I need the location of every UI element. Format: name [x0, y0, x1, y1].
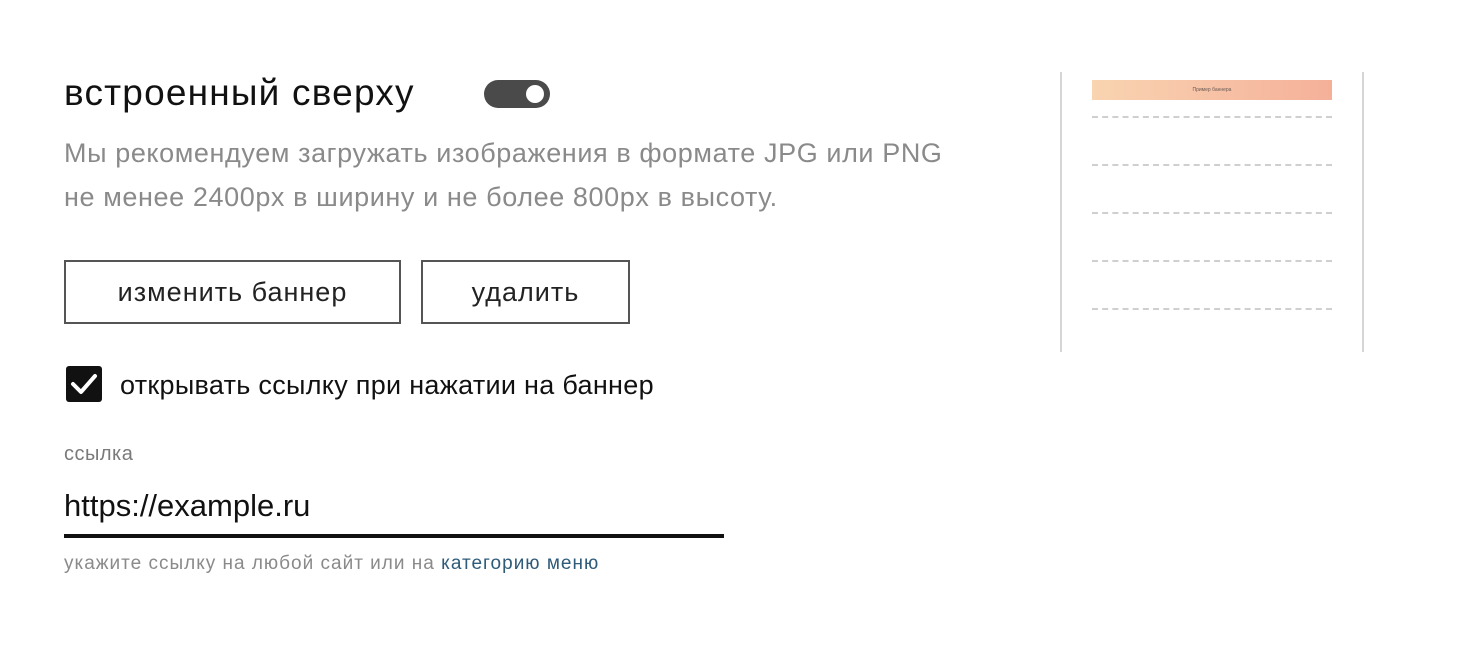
- link-input[interactable]: [64, 478, 724, 538]
- preview-placeholder-line: [1092, 116, 1332, 118]
- banner-settings-panel: встроенный сверху Мы рекомендуем загружа…: [0, 0, 1464, 658]
- open-link-checkbox[interactable]: [66, 366, 102, 402]
- upload-recommendation: Мы рекомендуем загружать изображения в ф…: [64, 131, 1024, 219]
- link-hint: укажите ссылку на любой сайт или на кате…: [64, 551, 599, 577]
- banner-toggle[interactable]: [484, 80, 550, 108]
- preview-banner: Пример баннера: [1092, 80, 1332, 100]
- preview-placeholder-line: [1092, 308, 1332, 310]
- open-link-checkbox-label[interactable]: открывать ссылку при нажатии на баннер: [120, 367, 654, 403]
- menu-category-link[interactable]: категорию меню: [441, 553, 599, 574]
- link-hint-text: укажите ссылку на любой сайт или на: [64, 553, 442, 574]
- recommendation-line-1: Мы рекомендуем загружать изображения в ф…: [64, 138, 943, 168]
- preview-placeholder-line: [1092, 260, 1332, 262]
- preview-placeholder-line: [1092, 164, 1332, 166]
- change-banner-button[interactable]: изменить баннер: [64, 260, 401, 324]
- banner-preview: Пример баннера: [1060, 72, 1364, 352]
- preview-placeholder-line: [1092, 212, 1332, 214]
- preview-banner-text: Пример баннера: [1192, 87, 1232, 93]
- delete-banner-button[interactable]: удалить: [421, 260, 630, 324]
- section-title: встроенный сверху: [64, 72, 415, 113]
- toggle-knob: [526, 85, 544, 103]
- link-field-label: ссылка: [64, 443, 134, 465]
- recommendation-line-2: не менее 2400px в ширину и не более 800p…: [64, 182, 778, 212]
- checkmark-icon: [71, 374, 97, 394]
